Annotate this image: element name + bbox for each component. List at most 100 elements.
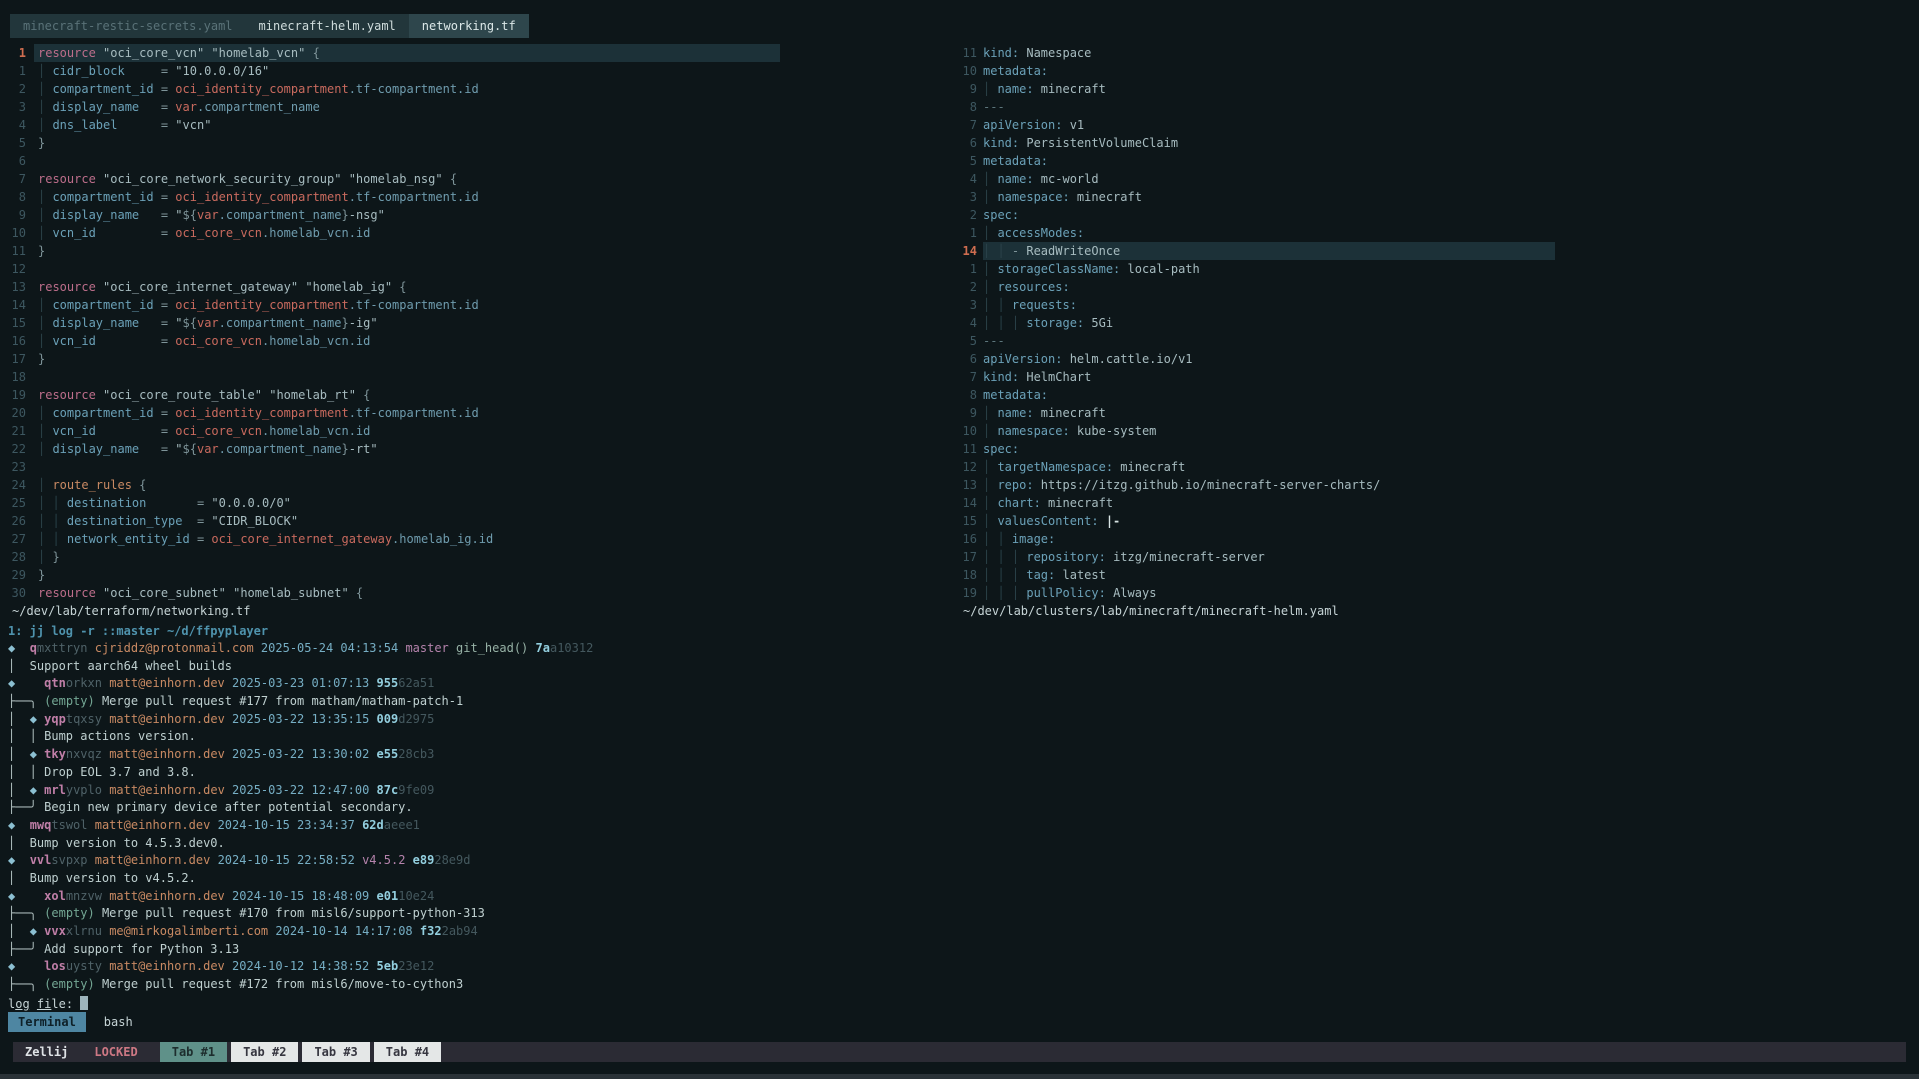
code-line[interactable]: 27│ │ network_entity_id = oci_core_inter… bbox=[0, 530, 955, 548]
code-line[interactable]: 4│ │ │ storage: 5Gi bbox=[955, 314, 1919, 332]
code-line[interactable]: 14│ chart: minecraft bbox=[955, 494, 1919, 512]
code-line[interactable]: 5--- bbox=[955, 332, 1919, 350]
pane-tab-bash[interactable]: bash bbox=[100, 1012, 137, 1032]
token-pln bbox=[139, 316, 161, 330]
zellij-tab-Tab-2[interactable]: Tab #2 bbox=[231, 1042, 298, 1062]
token-ykey: repo: bbox=[997, 478, 1033, 492]
token-yval: PersistentVolumeClaim bbox=[1019, 136, 1178, 150]
token-ykey: metadata: bbox=[983, 64, 1048, 78]
code-line[interactable]: 13resource "oci_core_internet_gateway" "… bbox=[0, 278, 955, 296]
code-line[interactable]: 11kind: Namespace bbox=[955, 44, 1919, 62]
code-line[interactable]: 1│ storageClassName: local-path bbox=[955, 260, 1919, 278]
token-cid: q bbox=[30, 641, 37, 655]
token-ts: 2024-10-15 23:34:37 bbox=[218, 818, 355, 832]
code-line[interactable]: 19│ │ │ pullPolicy: Always bbox=[955, 584, 1919, 602]
token-pun: = bbox=[197, 532, 211, 546]
code-line[interactable]: 15│ display_name = "${var.compartment_na… bbox=[0, 314, 955, 332]
code-line[interactable]: 21│ vcn_id = oci_core_vcn.homelab_vcn.id bbox=[0, 422, 955, 440]
code-line[interactable]: 16│ vcn_id = oci_core_vcn.homelab_vcn.id bbox=[0, 332, 955, 350]
code-line[interactable]: 8--- bbox=[955, 98, 1919, 116]
line-number: 22 bbox=[0, 440, 26, 458]
code-line[interactable]: 19resource "oci_core_route_table" "homel… bbox=[0, 386, 955, 404]
code-line[interactable]: 17} bbox=[0, 350, 955, 368]
code-line[interactable]: 1resource "oci_core_vcn" "homelab_vcn" { bbox=[0, 44, 955, 62]
buffer-tab-minecraft-restic-secrets.yaml[interactable]: minecraft-restic-secrets.yaml bbox=[10, 14, 246, 38]
code-line[interactable]: 9│ name: minecraft bbox=[955, 404, 1919, 422]
code-line[interactable]: 8metadata: bbox=[955, 386, 1919, 404]
code-line[interactable]: 11} bbox=[0, 242, 955, 260]
code-line[interactable]: 28│ } bbox=[0, 548, 955, 566]
token-gd: │ bbox=[38, 424, 52, 438]
buffer-tab-minecraft-helm.yaml[interactable]: minecraft-helm.yaml bbox=[246, 14, 409, 38]
code-line[interactable]: 6kind: PersistentVolumeClaim bbox=[955, 134, 1919, 152]
buffer-tab-networking.tf[interactable]: networking.tf bbox=[409, 14, 529, 38]
code-line[interactable]: 5metadata: bbox=[955, 152, 1919, 170]
editor-pane-networking-tf[interactable]: 1resource "oci_core_vcn" "homelab_vcn" {… bbox=[0, 44, 955, 620]
token-oid: e01 bbox=[377, 889, 399, 903]
pane-tab-Terminal[interactable]: Terminal bbox=[8, 1012, 86, 1032]
code-line[interactable]: 4│ dns_label = "vcn" bbox=[0, 116, 955, 134]
code-line[interactable]: 12 bbox=[0, 260, 955, 278]
code-line[interactable]: 14│ │ - ReadWriteOnce bbox=[955, 242, 1919, 260]
code-line[interactable]: 7kind: HelmChart bbox=[955, 368, 1919, 386]
code-line[interactable]: 2spec: bbox=[955, 206, 1919, 224]
code-line[interactable]: 7resource "oci_core_network_security_gro… bbox=[0, 170, 955, 188]
code-line[interactable]: 3│ display_name = var.compartment_name bbox=[0, 98, 955, 116]
token-gd: │ bbox=[983, 478, 997, 492]
zellij-tab-Tab-1[interactable]: Tab #1 bbox=[160, 1042, 227, 1062]
token-empty: (empty) bbox=[44, 906, 95, 920]
token-oid: 5eb bbox=[377, 959, 399, 973]
code-line[interactable]: 10│ vcn_id = oci_core_vcn.homelab_vcn.id bbox=[0, 224, 955, 242]
code-line[interactable]: 20│ compartment_id = oci_identity_compar… bbox=[0, 404, 955, 422]
code-line[interactable]: 9│ display_name = "${var.compartment_nam… bbox=[0, 206, 955, 224]
code-line[interactable]: 24│ route_rules { bbox=[0, 476, 955, 494]
code-line[interactable]: 3│ namespace: minecraft bbox=[955, 188, 1919, 206]
code-area-terraform[interactable]: 1resource "oci_core_vcn" "homelab_vcn" {… bbox=[0, 44, 955, 602]
code-line[interactable]: 18│ │ │ tag: latest bbox=[955, 566, 1919, 584]
code-line[interactable]: 9│ name: minecraft bbox=[955, 80, 1919, 98]
code-line[interactable]: 2│ compartment_id = oci_identity_compart… bbox=[0, 80, 955, 98]
editor-pane-minecraft-helm-yaml[interactable]: 11kind: Namespace10metadata:9│ name: min… bbox=[955, 44, 1919, 620]
code-line[interactable]: 22│ display_name = "${var.compartment_na… bbox=[0, 440, 955, 458]
code-line[interactable]: 29} bbox=[0, 566, 955, 584]
code-line[interactable]: 10metadata: bbox=[955, 62, 1919, 80]
code-line[interactable]: 16│ │ image: bbox=[955, 530, 1919, 548]
jj-log-output[interactable]: ◆ qmxttryn cjriddz@protonmail.com 2025-0… bbox=[8, 640, 593, 994]
zellij-tab-Tab-3[interactable]: Tab #3 bbox=[302, 1042, 369, 1062]
code-line[interactable]: 23 bbox=[0, 458, 955, 476]
code-line[interactable]: 10│ namespace: kube-system bbox=[955, 422, 1919, 440]
code-line[interactable]: 17│ │ │ repository: itzg/minecraft-serve… bbox=[955, 548, 1919, 566]
token-empty: (empty) bbox=[44, 977, 95, 991]
token-ykey: tag: bbox=[1026, 568, 1055, 582]
code-line[interactable]: 4│ name: mc-world bbox=[955, 170, 1919, 188]
code-line[interactable]: 3│ │ requests: bbox=[955, 296, 1919, 314]
code-line[interactable]: 6apiVersion: helm.cattle.io/v1 bbox=[955, 350, 1919, 368]
token-gd: │ bbox=[38, 334, 52, 348]
token-pln bbox=[528, 641, 535, 655]
token-ykey: kind: bbox=[983, 136, 1019, 150]
zellij-tab-Tab-4[interactable]: Tab #4 bbox=[374, 1042, 441, 1062]
terminal-prompt[interactable]: log file: bbox=[8, 996, 88, 1012]
code-line[interactable]: 1│ accessModes: bbox=[955, 224, 1919, 242]
code-line[interactable]: 11spec: bbox=[955, 440, 1919, 458]
code-line[interactable]: 8│ compartment_id = oci_identity_compart… bbox=[0, 188, 955, 206]
code-line[interactable]: 15│ valuesContent: |- bbox=[955, 512, 1919, 530]
code-line[interactable]: 2│ resources: bbox=[955, 278, 1919, 296]
code-line[interactable]: 18 bbox=[0, 368, 955, 386]
code-line[interactable]: 6 bbox=[0, 152, 955, 170]
code-line[interactable]: 25│ │ destination = "0.0.0.0/0" bbox=[0, 494, 955, 512]
token-yval: ReadWriteOnce bbox=[1026, 244, 1120, 258]
code-line[interactable]: 26│ │ destination_type = "CIDR_BLOCK" bbox=[0, 512, 955, 530]
log-line: │ Bump version to 4.5.3.dev0. bbox=[8, 835, 593, 853]
code-line[interactable]: 14│ compartment_id = oci_identity_compar… bbox=[0, 296, 955, 314]
token-cidr: yvplo bbox=[66, 783, 102, 797]
token-ts: 2024-10-12 14:38:52 bbox=[232, 959, 369, 973]
code-line[interactable]: 12│ targetNamespace: minecraft bbox=[955, 458, 1919, 476]
code-line[interactable]: 5} bbox=[0, 134, 955, 152]
code-line[interactable]: 30resource "oci_core_subnet" "homelab_su… bbox=[0, 584, 955, 602]
code-area-yaml[interactable]: 11kind: Namespace10metadata:9│ name: min… bbox=[955, 44, 1919, 602]
code-line[interactable]: 7apiVersion: v1 bbox=[955, 116, 1919, 134]
token-ref: var bbox=[197, 442, 219, 456]
code-line[interactable]: 13│ repo: https://itzg.github.io/minecra… bbox=[955, 476, 1919, 494]
code-line[interactable]: 1│ cidr_block = "10.0.0.0/16" bbox=[0, 62, 955, 80]
